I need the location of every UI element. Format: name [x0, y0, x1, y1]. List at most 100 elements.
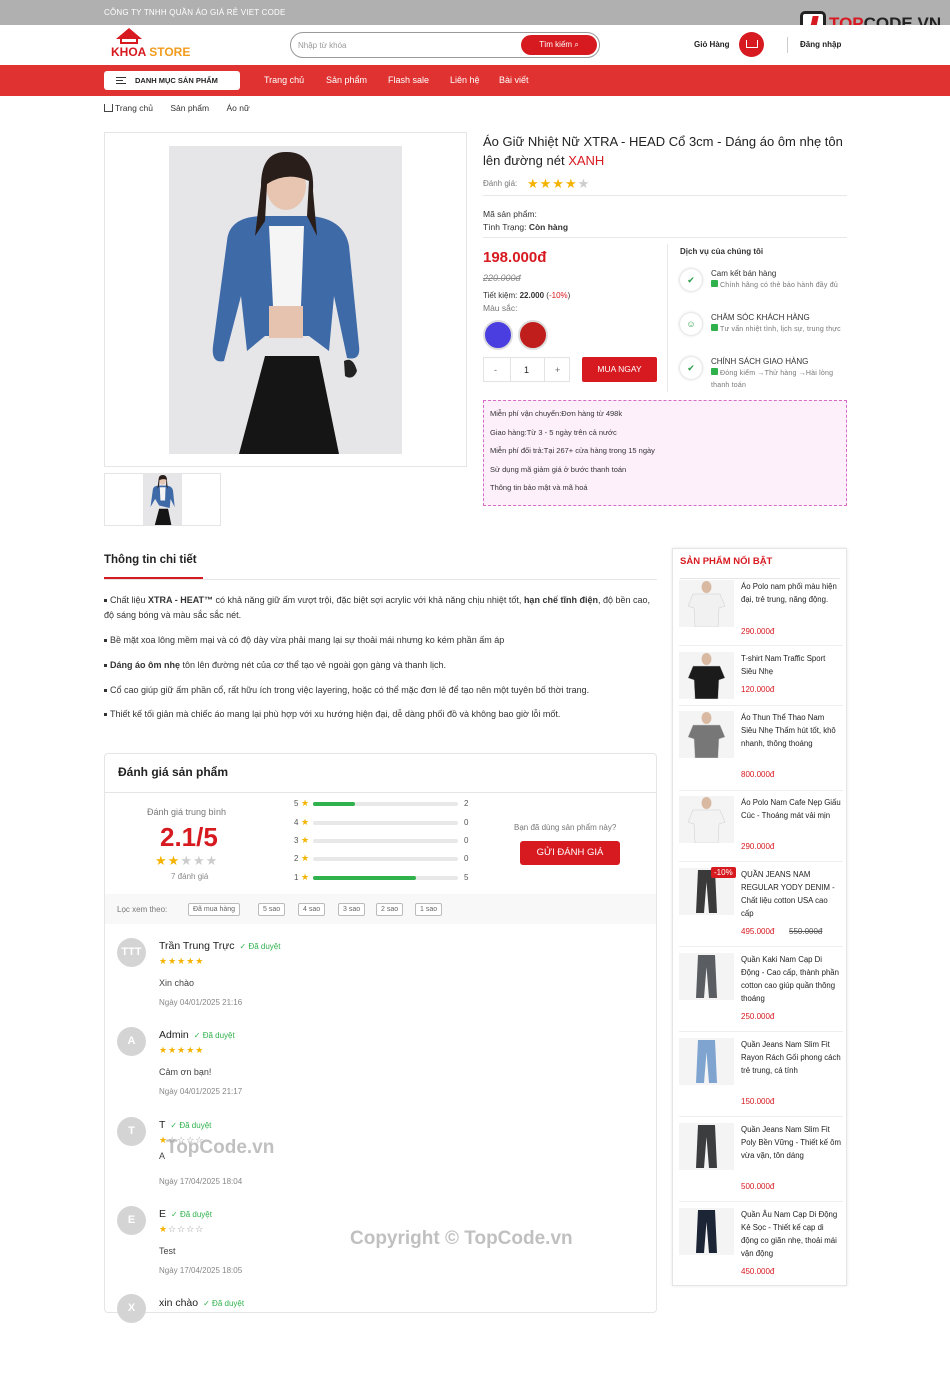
- avatar: X: [117, 1294, 146, 1323]
- main-nav: DANH MỤC SẢN PHẨM Trang chủ Sản phẩm Fla…: [0, 65, 950, 96]
- filter-3-star[interactable]: 3 sao: [338, 903, 366, 916]
- nav-link-home[interactable]: Trang chủ: [264, 75, 304, 85]
- review-item: X xin chào ✓ Đã duyệt: [117, 1294, 647, 1374]
- avatar: E: [117, 1206, 146, 1235]
- reviews-title: Đánh giá sản phẩm: [118, 765, 229, 779]
- checkbox-icon: [711, 368, 718, 375]
- product-thumb[interactable]: [679, 953, 734, 1000]
- check-circle-icon: ✓: [193, 1031, 201, 1040]
- product-thumb[interactable]: [679, 652, 734, 699]
- filter-5-star[interactable]: 5 sao: [258, 903, 286, 916]
- review-count: 7 đánh giá: [171, 872, 209, 881]
- breadcrumb-products[interactable]: Sản phẩm: [170, 103, 209, 113]
- qty-input[interactable]: 1: [524, 365, 529, 375]
- avatar: T: [117, 1117, 146, 1146]
- featured-product[interactable]: Áo Thun Thể Thao Nam Siêu Nhẹ Thấm hút t…: [679, 711, 843, 793]
- send-review-button[interactable]: GỬI ĐÁNH GIÁ: [520, 841, 620, 865]
- buy-now-button[interactable]: MUA NGAY: [582, 357, 657, 382]
- home-icon: [104, 104, 113, 112]
- check-icon: ✔: [680, 269, 702, 291]
- avg-rating: 2.1/5: [160, 822, 218, 852]
- featured-product[interactable]: Quần Kaki Nam Cạp Di Động - Cao cấp, thà…: [679, 953, 843, 1035]
- filter-purchased[interactable]: Đã mua hàng: [188, 903, 241, 916]
- check-circle-icon: ✓: [171, 1210, 178, 1219]
- product-thumb[interactable]: [679, 1123, 734, 1170]
- rating-bar-3: 3 ★ 0: [294, 835, 469, 845]
- filter-4-star[interactable]: 4 sao: [298, 903, 326, 916]
- detail-bullet: Cổ cao giúp giữ ấm phần cổ, rất hữu ích …: [104, 683, 659, 698]
- featured-product[interactable]: Quần Jeans Nam Slim Fit Rayon Rách Gối p…: [679, 1038, 843, 1120]
- store-logo[interactable]: KHOA STORE: [110, 28, 190, 62]
- login-link[interactable]: Đăng nhập: [800, 40, 841, 49]
- product-thumb[interactable]: [679, 580, 734, 627]
- nav-link-flash-sale[interactable]: Flash sale: [388, 75, 429, 85]
- nav-link-blog[interactable]: Bài viết: [499, 75, 529, 85]
- featured-product[interactable]: Quần Jeans Nam Slim Fit Poly Bền Vững - …: [679, 1123, 843, 1205]
- watermark: Copyright © TopCode.vn: [350, 1228, 573, 1249]
- thumbnail-image[interactable]: [143, 474, 182, 525]
- product-thumb[interactable]: [679, 1208, 734, 1255]
- qty-plus-button[interactable]: +: [555, 365, 560, 375]
- nav-link-contact[interactable]: Liên hệ: [450, 75, 480, 85]
- site-header: KHOA STORE Nhập từ khóa Tìm kiếm ⌕ Giỏ H…: [0, 25, 950, 65]
- filter-1-star[interactable]: 1 sao: [415, 903, 443, 916]
- saving-text: Tiết kiệm: 22.000 (-10%): [483, 291, 571, 300]
- services-title: Dịch vụ của chúng tôi: [680, 247, 764, 256]
- avatar: A: [117, 1027, 146, 1056]
- tab-details[interactable]: Thông tin chi tiết: [104, 554, 197, 566]
- review-item: A Admin ✓ Đã duyệt ★★★★★ Cảm ơn bạn! Ngày…: [117, 1027, 647, 1107]
- check-circle-icon: ✓: [170, 1121, 178, 1130]
- checkbox-icon: [711, 280, 718, 287]
- stock-status: Tình Trạng: Còn hàng: [483, 222, 569, 232]
- checkbox-icon: [711, 324, 718, 331]
- product-thumb[interactable]: [679, 796, 734, 843]
- breadcrumb-home[interactable]: Trang chủ: [104, 103, 153, 113]
- featured-product[interactable]: Áo Polo Nam Cafe Nẹp Giấu Cúc - Thoáng m…: [679, 796, 843, 878]
- color-swatch-blue[interactable]: [483, 320, 513, 350]
- search-bar: Nhập từ khóa Tìm kiếm ⌕: [290, 32, 600, 58]
- avg-rating-label: Đánh giá trung bình: [147, 807, 227, 817]
- product-title: Áo Giữ Nhiệt Nữ XTRA - HEAD Cổ 3cm - Dán…: [483, 134, 843, 168]
- search-button[interactable]: Tìm kiếm ⌕: [521, 35, 597, 55]
- cart-label[interactable]: Giỏ Hàng: [694, 40, 730, 49]
- cart-icon[interactable]: [739, 32, 764, 57]
- product-photo[interactable]: [169, 146, 402, 454]
- nav-link-products[interactable]: Sản phẩm: [326, 75, 367, 85]
- rating-bar-1: 1 ★ 5: [294, 872, 469, 882]
- review-filter-bar: Lọc xem theo: Đã mua hàng 5 sao 4 sao 3 …: [105, 894, 656, 924]
- filter-2-star[interactable]: 2 sao: [376, 903, 404, 916]
- color-label: Màu sắc:: [483, 303, 518, 313]
- sidebar-title: SẢN PHẨM NỔI BẬT: [680, 556, 773, 567]
- detail-bullet: Dáng áo ôm nhẹ tôn lên đường nét của cơ …: [104, 658, 659, 673]
- featured-products-sidebar: SẢN PHẨM NỔI BẬT Áo Polo nam phối màu hi…: [672, 548, 847, 1286]
- check-circle-icon: ✓: [203, 1299, 210, 1308]
- sku-label: Mã sản phẩm:: [483, 209, 537, 219]
- product-thumb[interactable]: [679, 1038, 734, 1085]
- product-price: 198.000đ: [483, 249, 547, 266]
- product-thumb[interactable]: [679, 711, 734, 758]
- rating-bar-4: 4 ★ 0: [294, 817, 469, 827]
- watermark: TopCode.vn: [166, 1137, 275, 1158]
- check-circle-icon: ✓: [239, 942, 247, 951]
- smile-icon: ☺: [680, 313, 702, 335]
- detail-bullet: Thiết kế tối giản mà chiếc áo mang lại p…: [104, 707, 659, 722]
- search-input[interactable]: Nhập từ khóa: [298, 41, 347, 50]
- rating-bar-5: 5 ★ 2: [294, 798, 469, 808]
- category-menu-button[interactable]: DANH MỤC SẢN PHẨM: [104, 71, 240, 90]
- featured-product[interactable]: Quần Âu Nam Cạp Di Động Kẻ Sọc - Thiết k…: [679, 1208, 843, 1290]
- featured-product[interactable]: -10% QUẦN JEANS NAM REGULAR YODY DENIM -…: [679, 867, 843, 950]
- rating-label: Đánh giá:: [483, 179, 518, 188]
- featured-product[interactable]: Áo Polo nam phối màu hiện đại, trẻ trung…: [679, 580, 843, 662]
- discount-badge: -10%: [711, 867, 736, 878]
- review-item: TTT Trần Trung Trực ✓ Đã duyệt ★★★★★ Xin …: [117, 938, 647, 1018]
- search-icon: ⌕: [574, 40, 579, 49]
- qty-minus-button[interactable]: -: [494, 365, 497, 375]
- breadcrumb-current[interactable]: Áo nữ: [226, 103, 249, 113]
- rating-bar-2: 2 ★ 0: [294, 853, 469, 863]
- detail-bullet: Bề mặt xoa lông mềm mại và có độ dày vừa…: [104, 633, 659, 648]
- detail-bullet: Chất liệu XTRA - HEAT™ có khả năng giữ ấ…: [104, 593, 659, 623]
- promo-box: Miễn phí vận chuyển:Đơn hàng từ 498k Gia…: [483, 400, 847, 506]
- color-swatch-red[interactable]: [518, 320, 548, 350]
- company-name: CÔNG TY TNHH QUẦN ÁO GIÁ RẺ VIET CODE: [104, 8, 286, 17]
- review-prompt: Bạn đã dùng sản phẩm này?: [514, 823, 617, 832]
